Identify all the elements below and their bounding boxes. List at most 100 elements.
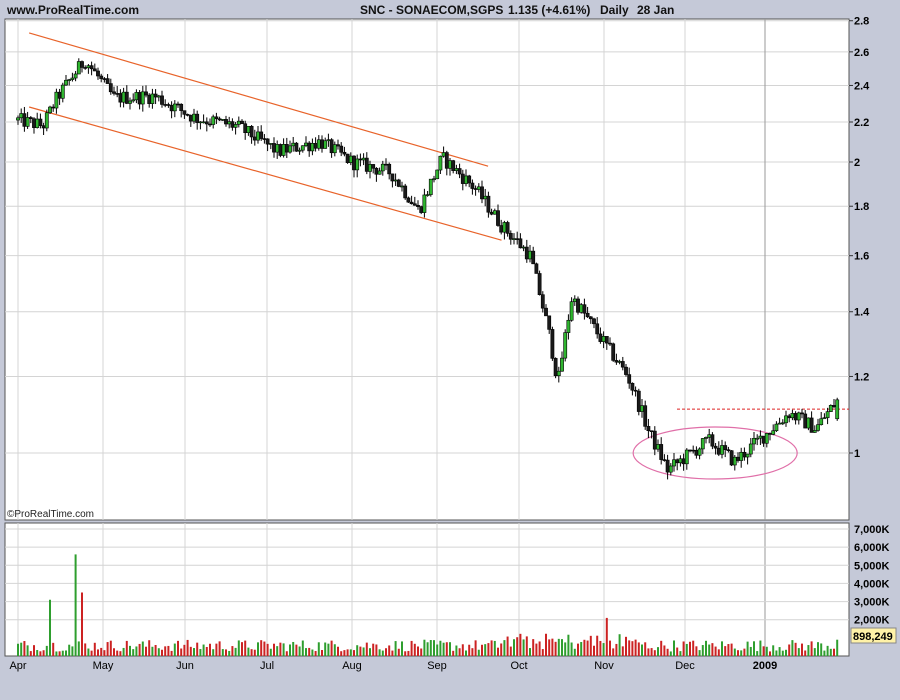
volume-bar [205,646,208,656]
volume-bar [237,640,240,656]
candle-body [480,186,484,200]
candle [828,404,833,413]
candle-body [48,106,52,114]
candle [537,270,542,296]
volume-bar [666,648,669,656]
volume-bar [705,640,707,656]
volume-bar [221,649,224,656]
volume-tick-label: 2,000K [854,615,890,627]
candle-body [560,357,564,372]
candle-body [579,304,584,313]
volume-bar [823,650,826,656]
candle-body [307,142,312,152]
volume-bar [167,645,170,656]
volume-bar [557,638,560,656]
volume-bar [500,643,503,656]
candle-body [691,449,696,452]
volume-bar [740,650,743,656]
volume-bar [263,641,266,656]
site-url[interactable]: www.ProRealTime.com [6,3,139,17]
volume-bar [631,641,634,656]
volume-bar [212,649,215,656]
volume-bar [407,650,410,656]
candle [396,178,401,188]
volume-bar [826,645,829,656]
volume-bar [548,639,551,656]
volume-bar [593,645,595,656]
candle-body [342,151,347,155]
candle-body [822,417,827,420]
candle-body [729,450,734,466]
candle-body [816,424,820,431]
volume-bar [583,639,586,656]
volume-bar [465,650,467,656]
volume-bar [119,651,122,656]
volume-bar [532,639,535,656]
candle-body [563,332,568,359]
price-change: 1.135 (+4.61%) [508,3,590,17]
candle-body [611,343,616,361]
volume-bar [276,646,279,656]
candle-body [108,83,113,93]
candle-body [227,121,232,125]
candle-body [566,319,571,333]
volume-bar [55,651,58,656]
candle-body [819,418,824,425]
volume-bar [81,592,83,656]
volume-bar [180,648,183,656]
volume-bar [682,641,685,656]
candle-body [291,142,296,147]
candle-body [684,449,689,465]
volume-bar [717,649,720,656]
candle-body [630,382,635,391]
volume-bar [77,641,80,656]
volume-bar [129,645,131,656]
candle-body [700,438,705,450]
volume-bar [385,648,387,656]
volume-bar [298,646,301,656]
volume-bar [151,646,154,656]
candle-body [390,173,395,182]
candle-body [569,301,574,321]
candle-body [432,178,436,181]
volume-bar [516,637,519,656]
volume-bar [279,642,282,656]
candle [435,169,440,180]
candle-body [195,113,200,123]
candle-body [460,173,465,184]
candle-body [201,121,206,124]
candle-body [678,458,683,464]
volume-bar [778,647,781,656]
volume-tick-label: 7,000K [854,524,890,536]
candle-body [76,61,81,75]
candle-body [438,155,443,171]
volume-bar [353,650,355,656]
candle-body [169,105,174,112]
candle-body [470,182,475,189]
candle-body [176,103,180,106]
volume-bar [746,641,749,656]
volume-bar [23,641,26,656]
volume-bar [621,646,624,656]
candle [806,417,811,431]
candle-body [572,298,577,303]
volume-bar [218,641,221,656]
volume-bar [721,641,723,656]
volume-bar [477,649,480,656]
candle-body [515,238,520,240]
candle-body [723,445,728,451]
candle-body [147,94,152,104]
candle-body [761,435,766,444]
candle-body [492,210,497,215]
x-tick-label: Oct [510,660,527,672]
candle-body [659,444,664,460]
x-tick-label: Dec [675,660,695,672]
candle-body [422,194,427,213]
candle [534,262,539,274]
candle-body [467,175,472,184]
candle-body [275,144,280,153]
candle-body [131,99,136,102]
candle-body [643,405,648,427]
volume-bar [375,644,378,656]
volume-bar [33,645,35,656]
